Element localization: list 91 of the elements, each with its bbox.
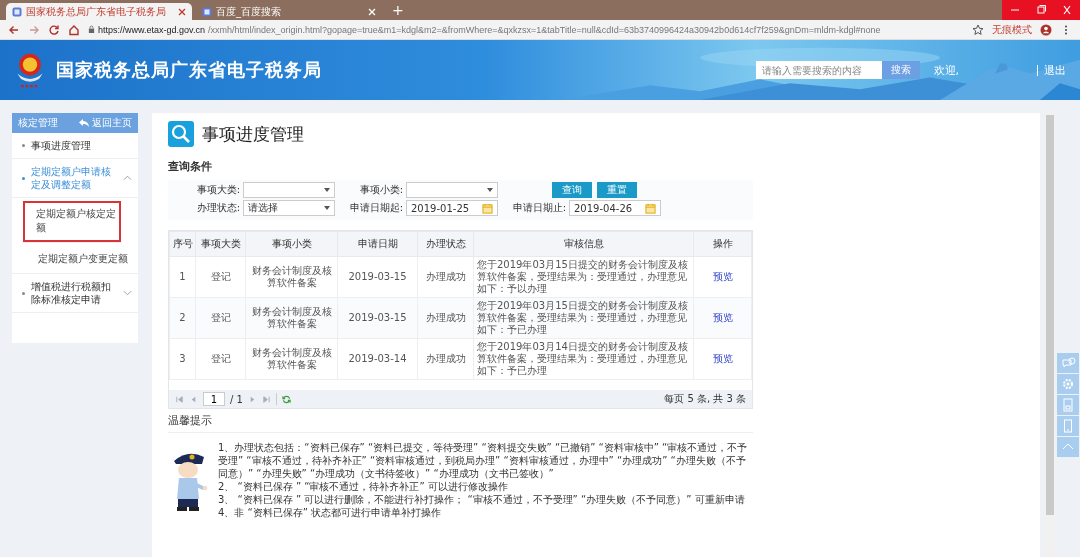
preview-link[interactable]: 预览: [712, 271, 733, 282]
forward-icon[interactable]: [28, 23, 40, 36]
page-icon: [202, 6, 212, 17]
site-title: 国家税务总局广东省电子税务局: [56, 58, 322, 82]
back-to-top-icon[interactable]: [1057, 437, 1079, 457]
address-bar[interactable]: https://www.etax-gd.gov.cn /xxmh/html/index_origin.html?gopage=true&m1=kdgl&m2=&fromWhere=&qxkzsx=1&tabTitle=null&cdId=63b3740996424a30942b0d614cf7f259&gnDm=mldm-kdgl#none: [88, 24, 964, 35]
page-title: 事项进度管理: [202, 122, 304, 146]
page-number-field[interactable]: 1: [203, 392, 225, 406]
table-cell: 登记: [195, 297, 246, 339]
back-icon[interactable]: [8, 23, 20, 36]
table-cell: 您于2019年03月15日提交的财务会计制度及核算软件备案，受理结果为：受理通过，办理意见如下：予以办理: [473, 256, 694, 298]
search-field[interactable]: 请输入需要搜索的内容: [755, 61, 882, 79]
tip-text: 3、 “资料已保存 ” 可以进行删除，不能进行补打操作； “审核不通过，不予受理” “办理失败（不予同意）” 可重新申请: [218, 493, 746, 506]
close-icon[interactable]: [178, 7, 186, 16]
avatar-icon[interactable]: [1040, 23, 1052, 36]
table-cell: 2019-03-15: [337, 256, 418, 298]
gear-icon[interactable]: [1057, 374, 1079, 394]
select-field[interactable]: 请选择: [243, 200, 335, 216]
search-icon: [168, 121, 194, 147]
new-tab-button[interactable]: +: [386, 2, 410, 18]
sidebar-title: 核定管理: [18, 116, 58, 130]
caret-icon: [487, 188, 493, 192]
preview-link[interactable]: 预览: [712, 353, 733, 364]
table-cell: 1: [169, 256, 196, 298]
return-arrow-icon: [79, 119, 89, 127]
filter-label: 事项小类:: [358, 183, 403, 197]
date-field[interactable]: 2019-01-25: [406, 200, 498, 216]
section-title: 温馨提示: [168, 413, 753, 433]
chevron-up-icon: [123, 175, 132, 181]
star-icon[interactable]: [972, 23, 984, 36]
table-cell: 办理成功: [417, 338, 474, 380]
column-header: 事项小类: [245, 231, 338, 257]
page-icon: [12, 6, 22, 17]
page-count: / 1: [230, 393, 243, 405]
table-cell: 登记: [195, 256, 246, 298]
filter-label: 申请日期起:: [348, 201, 403, 215]
section-title: 查询条件: [168, 159, 213, 174]
home-icon[interactable]: [68, 23, 80, 36]
sidebar-item[interactable]: 定期定额户申请核定及调整定额: [12, 159, 138, 198]
sidebar-item[interactable]: 增值税进行税额扣除标准核定申请: [12, 274, 138, 313]
tip-text: 2、 “资料已保存 ” “审核不通过，待补齐补正” 可以进行修改操作: [218, 480, 509, 493]
previous-page-icon[interactable]: [189, 394, 198, 404]
table-cell: 登记: [195, 338, 246, 380]
welcome-text: 欢迎,: [933, 62, 959, 78]
column-header: 操作: [693, 231, 752, 257]
table-cell: 财务会计制度及核算软件备案: [245, 297, 338, 339]
page-summary: 每页 5 条, 共 3 条: [664, 392, 746, 406]
filter-label: 事项大类:: [195, 183, 240, 197]
lock-icon: [88, 25, 95, 34]
select-field[interactable]: [243, 182, 335, 198]
tip-text: 1、办理状态包括：“资料已保存” “资料已提交，等待受理” “资料提交失败” “已撤销” “资料审核中” “审核不通过，不予受理” “审核不通过，待补齐补正” “资料审核通过，到税局办理” “资料审核通过，办理中” “办理成功” “办理失败（不予同意）” “办理失败” “办理成功（文书待签收）” “办理成功（文书已签收）”: [218, 441, 749, 480]
caret-icon: [324, 206, 330, 210]
tip-text: 4、非 “资料已保存” 状态都可进行申请单补打操作: [218, 506, 443, 519]
phone-icon[interactable]: [1057, 416, 1079, 436]
sidebar-item[interactable]: 事项进度管理: [12, 133, 138, 159]
date-field[interactable]: 2019-04-26: [569, 200, 661, 216]
table-cell: 2: [169, 297, 196, 339]
column-header: 申请日期: [337, 231, 418, 257]
table-cell: 财务会计制度及核算软件备案: [245, 338, 338, 380]
table-cell: 办理成功: [417, 297, 474, 339]
column-header: 审核信息: [473, 231, 694, 257]
incognito-label[interactable]: 无痕模式: [992, 22, 1032, 37]
column-header: 事项大类: [195, 231, 246, 257]
table-cell: 2019-03-15: [337, 297, 418, 339]
sidebar-subitem[interactable]: 定期定额户变更定额: [12, 245, 138, 274]
calendar-icon[interactable]: [482, 202, 493, 214]
table-cell: 您于2019年03月15日提交的财务会计制度及核算软件备案，受理结果为：受理通过，办理意见如下：予已办理: [473, 297, 694, 339]
column-header: 序号: [169, 231, 196, 257]
chevron-down-icon: [123, 290, 132, 296]
last-page-icon[interactable]: [261, 394, 271, 404]
select-field[interactable]: [406, 182, 498, 198]
table-cell: 3: [169, 338, 196, 380]
sidebar-subitem[interactable]: 定期定额户核定定额: [22, 200, 122, 243]
calendar-icon[interactable]: [645, 202, 656, 214]
tablet-icon[interactable]: [1057, 395, 1079, 415]
caret-icon: [324, 188, 330, 192]
first-page-icon[interactable]: [175, 394, 184, 404]
table-cell: 2019-03-14: [337, 338, 418, 380]
preview-link[interactable]: 预览: [712, 312, 733, 323]
table-cell: 办理成功: [417, 256, 474, 298]
filter-label: 申请日期止:: [511, 201, 566, 215]
browser-tab[interactable]: 百度_百度搜索: [196, 3, 382, 20]
table-cell: 财务会计制度及核算软件备案: [245, 256, 338, 298]
scrollbar[interactable]: [1043, 113, 1057, 557]
refresh-icon[interactable]: [281, 394, 291, 404]
browser-tab[interactable]: 国家税务总局广东省电子税务局: [6, 3, 192, 20]
filter-label: 办理状态:: [195, 201, 240, 215]
table-cell: 您于2019年03月14日提交的财务会计制度及核算软件备案，受理结果为：受理通过，办理意见如下：予已办理: [473, 338, 694, 380]
column-header: 办理状态: [417, 231, 474, 257]
chat-icon[interactable]: [1057, 353, 1079, 373]
reload-icon[interactable]: [48, 23, 60, 36]
